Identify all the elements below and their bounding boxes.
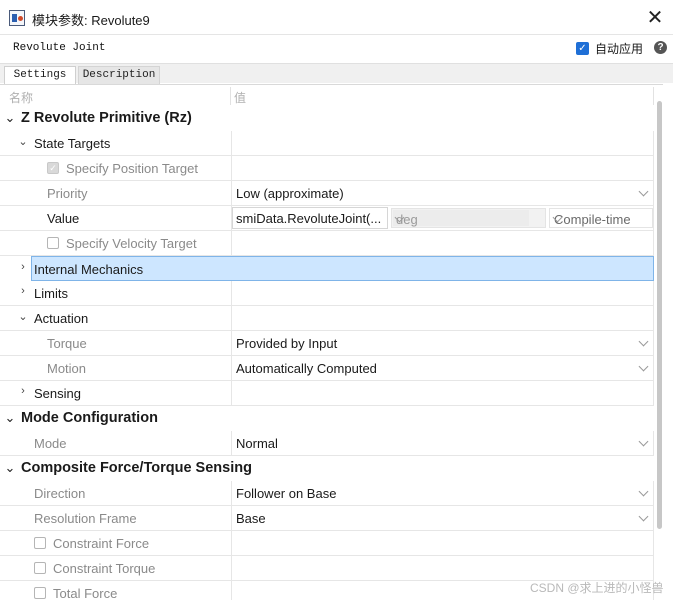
close-icon: ✕: [646, 6, 664, 29]
close-button[interactable]: ✕: [640, 3, 670, 31]
dropdown-caret-icon: [638, 486, 649, 497]
property-grid: 名称 值 ⌄ Z Revolute Primitive (Rz) ⌄ State…: [0, 84, 663, 600]
group-label: Internal Mechanics: [34, 262, 144, 277]
constraint-force-label: Constraint Force: [53, 536, 150, 551]
group-label: Actuation: [34, 311, 89, 326]
direction-dropdown[interactable]: Follower on Base: [231, 481, 654, 506]
value-expression-text: smiData.RevoluteJoint(...: [236, 211, 382, 226]
group-actuation[interactable]: ⌄ Actuation: [0, 306, 654, 331]
constraint-force-row: Constraint Force: [0, 531, 654, 556]
value-row: Value smiData.RevoluteJoint(... deg Comp…: [0, 206, 654, 231]
group-sensing[interactable]: › Sensing: [0, 381, 654, 406]
auto-apply-toggle[interactable]: ✓ 自动应用: [576, 40, 643, 57]
value-label: Value: [47, 211, 80, 226]
chevron-right-icon[interactable]: ›: [17, 385, 29, 397]
total-force-checkbox[interactable]: [34, 587, 46, 599]
title-bar: 模块参数: Revolute9 ✕: [0, 0, 673, 35]
section-title: Composite Force/Torque Sensing: [21, 460, 252, 476]
resolution-frame-row: Resolution Frame Base: [0, 506, 654, 531]
column-header: 名称 值: [0, 85, 663, 107]
section-composite-sensing[interactable]: ⌄ Composite Force/Torque Sensing: [0, 456, 654, 481]
block-type-label: Revolute Joint: [13, 42, 106, 54]
chevron-down-icon[interactable]: ⌄: [17, 310, 29, 323]
section-title: Mode Configuration: [21, 410, 158, 426]
column-value-header: 值: [234, 91, 247, 105]
group-state-targets[interactable]: ⌄ State Targets: [0, 131, 654, 156]
specify-position-target-checkbox: ✓: [47, 162, 59, 174]
tab-description[interactable]: Description: [78, 66, 160, 84]
group-label: Limits: [34, 286, 68, 301]
mode-value: Normal: [236, 436, 278, 451]
direction-row: Direction Follower on Base: [0, 481, 654, 506]
chevron-right-icon[interactable]: ›: [17, 285, 29, 297]
auto-apply-checkbox[interactable]: ✓: [576, 42, 589, 55]
chevron-down-icon[interactable]: ⌄: [4, 460, 16, 476]
constraint-torque-row: Constraint Torque: [0, 556, 654, 581]
resolution-frame-dropdown[interactable]: Base: [231, 506, 654, 531]
specify-position-target-label: Specify Position Target: [66, 161, 198, 176]
tab-bar: Settings Description: [0, 63, 673, 84]
chevron-down-icon[interactable]: ⌄: [4, 110, 16, 126]
dropdown-caret-icon: [638, 511, 649, 522]
priority-value: Low (approximate): [236, 186, 344, 201]
motion-row: Motion Automatically Computed: [0, 356, 654, 381]
resolution-frame-value: Base: [236, 511, 266, 526]
value-expression-field[interactable]: smiData.RevoluteJoint(...: [232, 207, 388, 229]
auto-apply-label: 自动应用: [595, 42, 644, 56]
torque-row: Torque Provided by Input: [0, 331, 654, 356]
watermark: CSDN @求上进的小怪兽: [530, 581, 664, 595]
help-icon[interactable]: ?: [654, 41, 667, 54]
specify-velocity-target-row: Specify Velocity Target: [0, 231, 654, 256]
chevron-down-icon[interactable]: ⌄: [17, 135, 29, 148]
value-runtime-text: Compile-time: [554, 212, 631, 227]
app-icon: [9, 10, 25, 26]
window-title: 模块参数: Revolute9: [32, 13, 150, 28]
section-mode-configuration[interactable]: ⌄ Mode Configuration: [0, 406, 654, 431]
dropdown-caret-icon: [638, 436, 649, 447]
specify-velocity-target-checkbox[interactable]: [47, 237, 59, 249]
total-force-label: Total Force: [53, 586, 118, 600]
group-label: State Targets: [34, 136, 111, 151]
torque-value: Provided by Input: [236, 336, 338, 351]
priority-label: Priority: [47, 186, 88, 201]
dropdown-caret-icon: [638, 336, 649, 347]
motion-label: Motion: [47, 361, 87, 376]
torque-dropdown[interactable]: Provided by Input: [231, 331, 654, 356]
specify-velocity-target-label: Specify Velocity Target: [66, 236, 197, 251]
motion-dropdown[interactable]: Automatically Computed: [231, 356, 654, 381]
dropdown-caret-icon: [638, 361, 649, 372]
group-limits[interactable]: › Limits: [0, 281, 654, 306]
torque-label: Torque: [47, 336, 87, 351]
constraint-torque-checkbox[interactable]: [34, 562, 46, 574]
constraint-torque-label: Constraint Torque: [53, 561, 156, 576]
priority-dropdown[interactable]: Low (approximate): [231, 181, 654, 206]
tab-settings[interactable]: Settings: [4, 66, 76, 84]
mode-row: Mode Normal: [0, 431, 654, 456]
constraint-force-checkbox[interactable]: [34, 537, 46, 549]
dropdown-caret-icon: [638, 186, 649, 197]
group-label: Sensing: [34, 386, 81, 401]
value-unit-dropdown[interactable]: deg: [391, 208, 546, 228]
mode-label: Mode: [34, 436, 67, 451]
priority-row: Priority Low (approximate): [0, 181, 654, 206]
section-z-revolute-primitive[interactable]: ⌄ Z Revolute Primitive (Rz): [0, 106, 654, 131]
resolution-frame-label: Resolution Frame: [34, 511, 137, 526]
vertical-scrollbar[interactable]: [657, 101, 662, 529]
group-internal-mechanics[interactable]: › Internal Mechanics: [0, 256, 654, 281]
chevron-right-icon[interactable]: ›: [17, 261, 29, 273]
chevron-down-icon[interactable]: ⌄: [4, 410, 16, 426]
direction-value: Follower on Base: [236, 486, 337, 501]
motion-value: Automatically Computed: [236, 361, 377, 376]
value-runtime-dropdown[interactable]: Compile-time: [549, 208, 653, 228]
column-name-header: 名称: [9, 91, 34, 105]
specify-position-target-row: ✓ Specify Position Target: [0, 156, 654, 181]
mode-dropdown[interactable]: Normal: [231, 431, 654, 456]
direction-label: Direction: [34, 486, 86, 501]
section-title: Z Revolute Primitive (Rz): [21, 110, 192, 126]
